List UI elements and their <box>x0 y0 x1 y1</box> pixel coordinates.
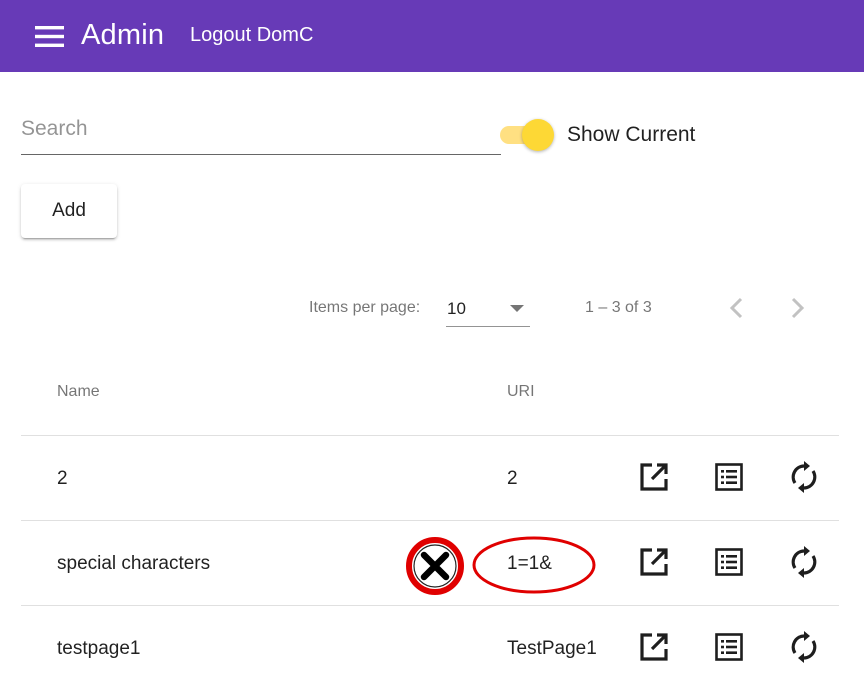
open-in-new-icon <box>639 632 669 667</box>
list-button[interactable] <box>708 458 750 500</box>
show-current-label: Show Current <box>567 123 696 146</box>
toggle-thumb <box>522 119 554 151</box>
cell-uri: TestPage1 <box>507 638 597 659</box>
show-current-toggle[interactable] <box>500 118 558 152</box>
open-in-new-icon <box>639 547 669 582</box>
refresh-icon <box>789 460 819 498</box>
page-size-select[interactable]: 10 <box>446 292 530 328</box>
cell-uri: 2 <box>507 468 518 489</box>
open-in-new-button[interactable] <box>633 628 675 670</box>
table-row: testpage1 TestPage1 <box>21 606 839 691</box>
top-toolbar: Admin Logout DomC <box>0 0 864 72</box>
chevron-right-icon <box>787 296 807 325</box>
open-in-new-icon <box>639 462 669 497</box>
list-icon <box>715 632 743 666</box>
x-error-icon <box>406 537 464 595</box>
menu-icon[interactable] <box>30 17 70 57</box>
dropdown-arrow-icon <box>510 305 524 312</box>
chevron-left-icon <box>727 296 747 325</box>
cell-name: 2 <box>57 468 68 489</box>
items-per-page-label: Items per page: <box>309 299 421 316</box>
refresh-icon <box>789 630 819 668</box>
add-button[interactable]: Add <box>21 184 117 238</box>
list-button[interactable] <box>708 628 750 670</box>
refresh-icon <box>789 545 819 583</box>
refresh-button[interactable] <box>783 543 825 585</box>
open-in-new-button[interactable] <box>633 458 675 500</box>
list-icon <box>715 462 743 496</box>
column-header-name[interactable]: Name <box>57 381 100 403</box>
page-size-value: 10 <box>447 299 466 318</box>
cell-name: testpage1 <box>57 638 141 659</box>
search-input[interactable] <box>21 108 501 154</box>
open-in-new-button[interactable] <box>633 543 675 585</box>
refresh-button[interactable] <box>783 628 825 670</box>
table-row: 2 2 <box>21 436 839 521</box>
next-page-button[interactable] <box>777 290 817 330</box>
cell-name: special characters <box>57 553 211 574</box>
page-range-label: 1 – 3 of 3 <box>585 299 652 316</box>
search-underline <box>21 154 501 155</box>
app-title: Admin <box>81 19 165 51</box>
page-size-underline <box>446 326 530 327</box>
refresh-button[interactable] <box>783 458 825 500</box>
logout-link[interactable]: Logout DomC <box>190 22 313 48</box>
column-header-uri[interactable]: URI <box>507 381 535 403</box>
cell-uri: 1=1& <box>507 553 552 574</box>
list-icon <box>715 547 743 581</box>
previous-page-button[interactable] <box>717 290 757 330</box>
list-button[interactable] <box>708 543 750 585</box>
search-field <box>21 108 501 155</box>
